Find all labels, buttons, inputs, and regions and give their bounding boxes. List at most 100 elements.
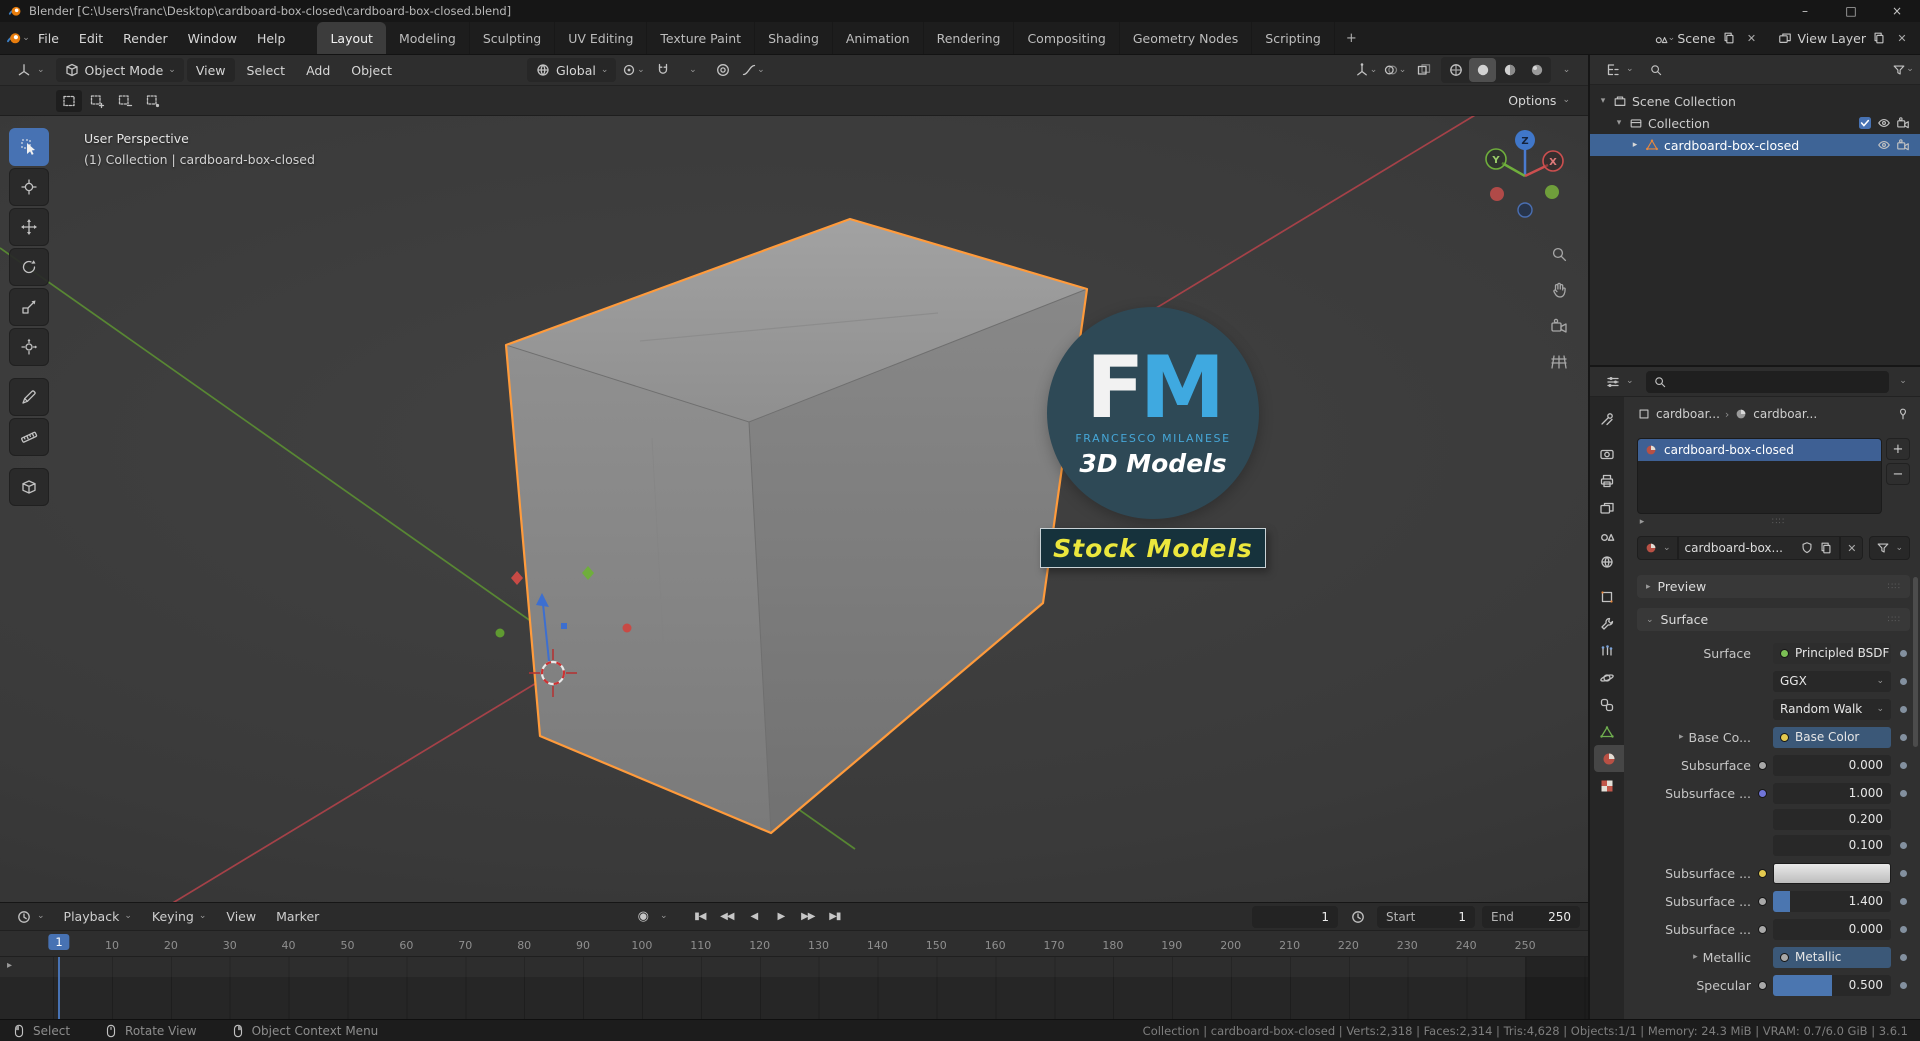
breadcrumb-material[interactable]: cardboar...	[1753, 407, 1817, 421]
xray-toggle-button[interactable]	[1410, 58, 1437, 82]
slot-specials-button[interactable]: ▸	[1637, 517, 1647, 527]
tab-texture[interactable]	[1590, 772, 1624, 799]
pin-id-button[interactable]	[1896, 407, 1910, 421]
outliner-search-button[interactable]	[1646, 60, 1666, 80]
subsurface-method-dropdown[interactable]: Random Walk ⌄	[1773, 698, 1891, 720]
material-name-field[interactable]: cardboard-box...	[1677, 536, 1841, 560]
browse-material-button[interactable]: ⌄	[1637, 536, 1678, 560]
select-mode-extend-button[interactable]	[84, 90, 110, 112]
tab-compositing[interactable]: Compositing	[1014, 22, 1120, 54]
eye-icon[interactable]	[1877, 116, 1891, 130]
tab-world[interactable]	[1590, 548, 1624, 575]
playhead-line[interactable]	[58, 957, 61, 1019]
camera-visibility-icon[interactable]	[1896, 116, 1910, 130]
expander-icon[interactable]: ▾	[1598, 96, 1608, 106]
select-mode-subtract-button[interactable]	[112, 90, 138, 112]
tab-uv-editing[interactable]: UV Editing	[555, 22, 648, 54]
pivot-point-button[interactable]: ⌄	[619, 58, 646, 82]
auto-keying-button[interactable]: ◉	[630, 906, 655, 928]
tool-move[interactable]	[9, 208, 49, 246]
animate-dot[interactable]	[1899, 761, 1907, 769]
snap-settings-button[interactable]: ⌄	[679, 58, 706, 82]
panel-surface[interactable]: ⌄ Surface ∷∷	[1637, 608, 1910, 631]
tool-measure[interactable]	[9, 418, 49, 456]
overlays-toggle-button[interactable]: ⌄	[1381, 58, 1408, 82]
animate-dot[interactable]	[1899, 789, 1907, 797]
base-color-link-button[interactable]: Base Color	[1773, 726, 1891, 748]
tab-rendering[interactable]: Rendering	[924, 22, 1015, 54]
tab-object[interactable]	[1590, 583, 1624, 610]
proportional-editing-button[interactable]	[709, 58, 736, 82]
subsurface-ior-slider[interactable]: 1.400	[1773, 890, 1891, 912]
menu-add[interactable]: Add	[297, 58, 339, 82]
animate-dot[interactable]	[1899, 869, 1907, 877]
close-button[interactable]: ×	[1874, 0, 1920, 22]
zoom-button[interactable]	[1547, 242, 1571, 266]
mode-dropdown[interactable]: Object Mode ⌄	[55, 58, 184, 82]
play-reverse-button[interactable]: ◀	[741, 906, 766, 928]
animate-dot[interactable]	[1899, 897, 1907, 905]
menu-help[interactable]: Help	[247, 26, 296, 50]
tab-object-data[interactable]	[1590, 718, 1624, 745]
jump-to-end-button[interactable]: ▶▮	[822, 906, 847, 928]
tab-material[interactable]	[1594, 745, 1624, 772]
animate-dot[interactable]	[1899, 841, 1907, 849]
tab-physics[interactable]	[1590, 664, 1624, 691]
animate-dot[interactable]	[1899, 925, 1907, 933]
tool-rotate[interactable]	[9, 248, 49, 286]
menu-file[interactable]: File	[28, 26, 69, 50]
minimize-button[interactable]: –	[1782, 0, 1828, 22]
fake-user-shield-icon[interactable]	[1800, 541, 1814, 555]
material-slot-list[interactable]: cardboard-box-closed	[1637, 438, 1882, 514]
add-workspace-button[interactable]: +	[1335, 31, 1368, 46]
animate-dot[interactable]	[1899, 677, 1907, 685]
preview-range-button[interactable]	[1345, 906, 1370, 928]
panel-preview[interactable]: ▸ Preview ∷∷	[1637, 575, 1910, 598]
scrollbar[interactable]	[1913, 577, 1918, 747]
browse-scene-button[interactable]: ⌄	[1654, 28, 1675, 48]
gizmos-toggle-button[interactable]: ⌄	[1352, 58, 1379, 82]
distribution-dropdown[interactable]: GGX ⌄	[1773, 670, 1891, 692]
subsurface-color-swatch[interactable]	[1773, 862, 1891, 884]
shading-material-button[interactable]	[1496, 58, 1523, 82]
tool-select-box[interactable]	[9, 128, 49, 166]
end-frame-field[interactable]: End 250	[1482, 905, 1580, 928]
tool-transform[interactable]	[9, 328, 49, 366]
cardboard-box-object[interactable]	[504, 217, 1089, 835]
select-mode-invert-button[interactable]	[140, 90, 166, 112]
tree-row-collection[interactable]: ▾ Collection	[1590, 112, 1920, 134]
current-frame-field[interactable]: 1	[1252, 905, 1338, 928]
tool-scale[interactable]	[9, 288, 49, 326]
new-scene-button[interactable]	[1719, 28, 1739, 48]
subsurface-radius-x-field[interactable]: 1.000	[1773, 782, 1891, 804]
tab-layout[interactable]: Layout	[317, 22, 386, 54]
jump-next-keyframe-button[interactable]: ▶▶	[795, 906, 820, 928]
properties-filter-button[interactable]: ⌄	[1893, 372, 1913, 392]
properties-editor-type-button[interactable]: ⌄	[1597, 370, 1642, 394]
shading-wireframe-button[interactable]	[1442, 58, 1469, 82]
checkbox-checked-icon[interactable]	[1858, 116, 1872, 130]
unlink-scene-button[interactable]: ✕	[1742, 28, 1762, 48]
list-resize-grip[interactable]: ∷∷	[1772, 517, 1785, 527]
menu-edit[interactable]: Edit	[69, 26, 113, 50]
tool-add-cube[interactable]	[9, 468, 49, 506]
editor-type-button[interactable]: ⌄	[8, 58, 53, 82]
jump-to-start-button[interactable]: ▮◀	[687, 906, 712, 928]
view-layer-name[interactable]: View Layer	[1798, 31, 1867, 46]
transform-orientation-dropdown[interactable]: Global ⌄	[527, 58, 617, 82]
remove-material-slot-button[interactable]: −	[1886, 463, 1910, 485]
eye-icon[interactable]	[1877, 138, 1891, 152]
new-view-layer-button[interactable]	[1869, 28, 1889, 48]
new-material-copy-icon[interactable]	[1819, 541, 1833, 555]
unlink-material-button[interactable]: ✕	[1840, 536, 1864, 560]
tab-view-layer[interactable]	[1590, 494, 1624, 521]
proportional-falloff-button[interactable]: ⌄	[739, 58, 766, 82]
view-layer-icon-button[interactable]	[1775, 28, 1795, 48]
camera-view-button[interactable]	[1547, 314, 1571, 338]
outliner-filter-button[interactable]: ⌄	[1893, 60, 1914, 80]
specular-slider[interactable]: 0.500	[1773, 974, 1891, 996]
tab-constraints[interactable]	[1590, 691, 1624, 718]
surface-shader-button[interactable]: Principled BSDF	[1773, 642, 1891, 664]
ortho-toggle-button[interactable]	[1547, 350, 1571, 374]
expander-icon[interactable]: ▾	[1614, 118, 1624, 128]
